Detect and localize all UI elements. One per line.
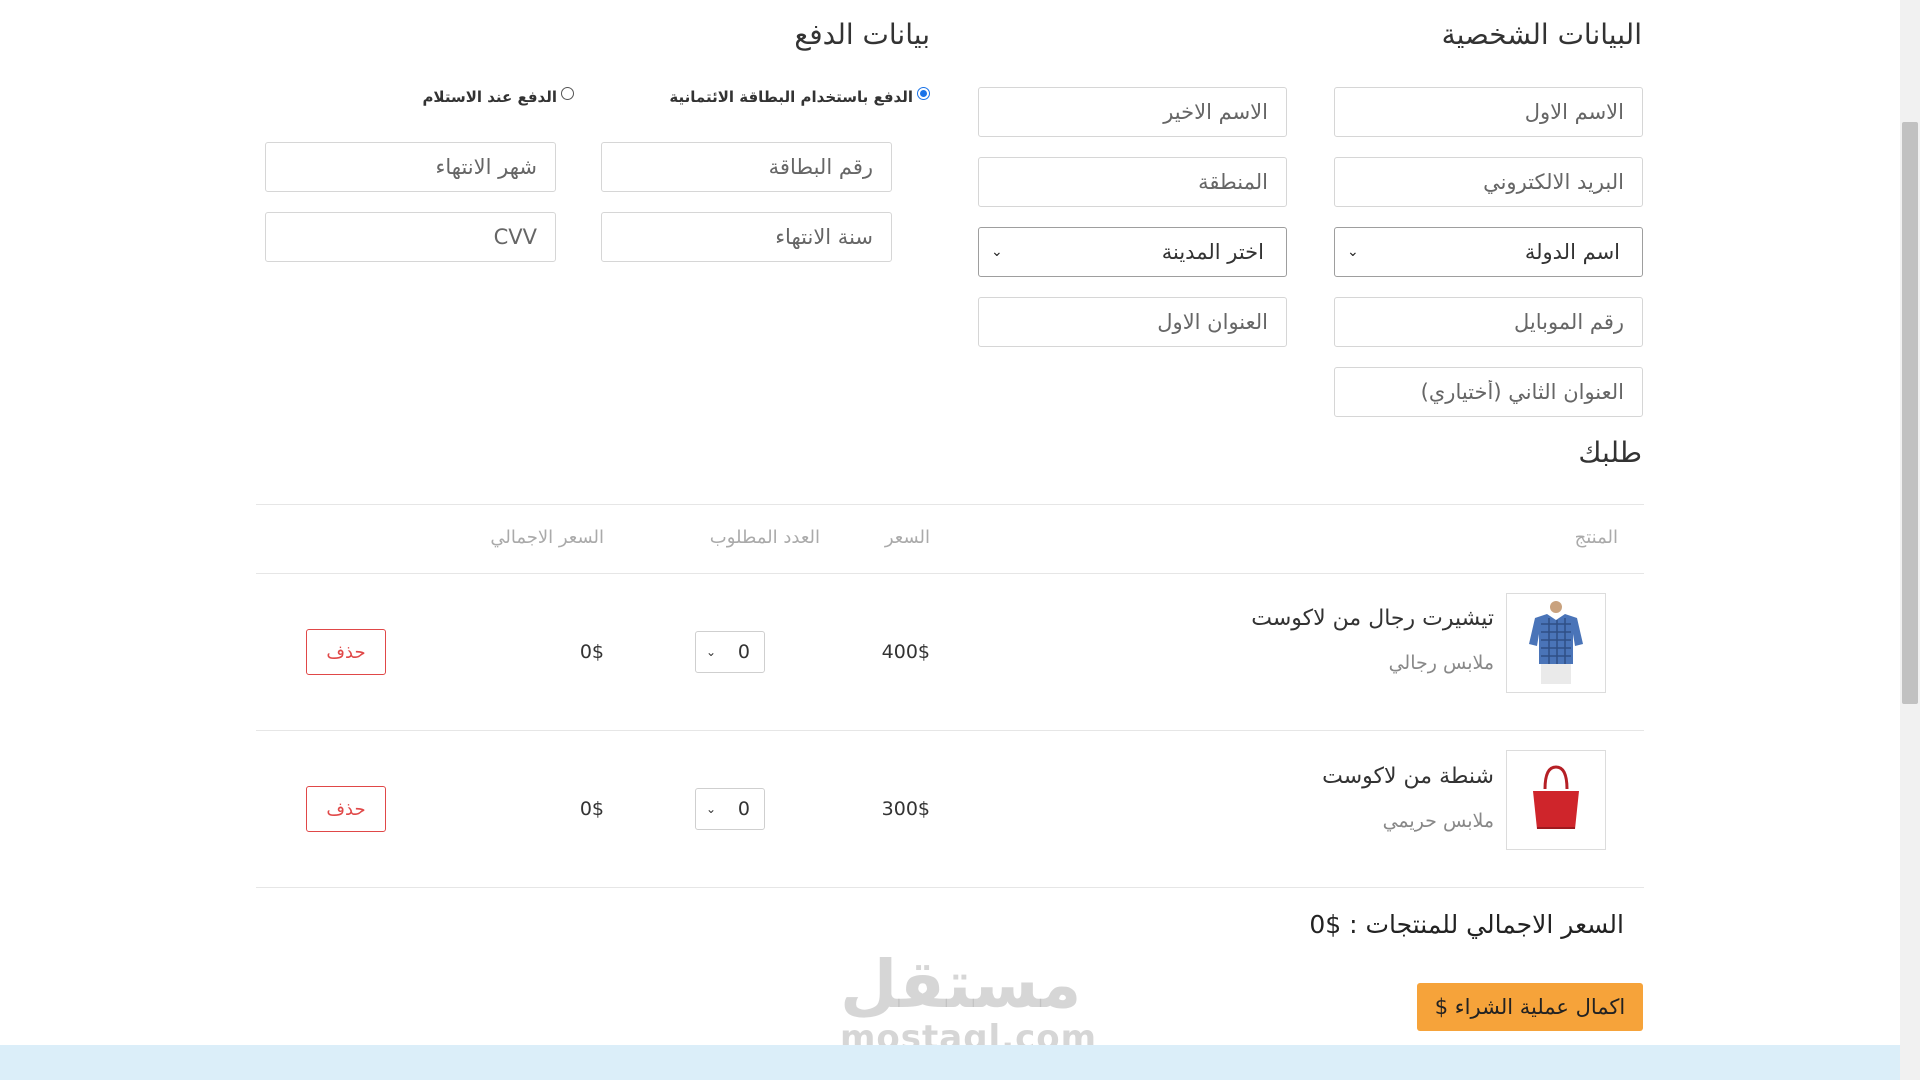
cvv-input[interactable]: [265, 212, 556, 262]
shirt-icon: [1529, 601, 1583, 684]
product-total: 0$: [579, 641, 604, 663]
product-price: 400$: [881, 641, 930, 663]
country-select[interactable]: ⌄ اسم الدولة: [1334, 227, 1643, 277]
payment-option-cod-label: الدفع عند الاستلام: [422, 88, 557, 106]
payment-option-card[interactable]: الدفع باستخدام البطاقة الائتمانية: [669, 86, 930, 106]
product-category: ملابس حريمي: [1382, 810, 1494, 832]
divider: [256, 730, 1644, 731]
card-number-input[interactable]: [601, 142, 892, 192]
country-select-value: اسم الدولة: [1524, 240, 1620, 264]
mobile-input[interactable]: [1334, 297, 1643, 347]
address1-input[interactable]: [978, 297, 1287, 347]
delete-button[interactable]: حذف: [306, 786, 386, 832]
payment-option-cod[interactable]: الدفع عند الاستلام: [422, 86, 574, 106]
radio-unchecked-icon[interactable]: [561, 86, 574, 100]
product-name: تيشيرت رجال من لاكوست: [1251, 606, 1494, 631]
handbag-icon: [1533, 765, 1579, 829]
watermark-arabic: مستقل: [840, 946, 1082, 1023]
expiry-month-input[interactable]: [265, 142, 556, 192]
product-price: 300$: [881, 798, 930, 820]
header-price: السعر: [884, 527, 930, 548]
email-input[interactable]: [1334, 157, 1643, 207]
product-image-bag: [1506, 750, 1606, 850]
region-input[interactable]: [978, 157, 1287, 207]
order-title: طلبك: [1578, 436, 1642, 469]
checkout-button[interactable]: اكمال عملية الشراء $: [1417, 983, 1643, 1031]
expiry-year-input[interactable]: [601, 212, 892, 262]
quantity-value: 0: [737, 641, 750, 663]
divider: [256, 573, 1644, 574]
footer-strip: [0, 1045, 1900, 1080]
payment-title: بيانات الدفع: [794, 18, 930, 51]
last-name-input[interactable]: [978, 87, 1287, 137]
divider: [256, 504, 1644, 505]
radio-checked-icon[interactable]: [917, 86, 930, 100]
product-name: شنطة من لاكوست: [1322, 764, 1494, 789]
chevron-down-icon: ⌄: [706, 802, 717, 816]
header-product: المنتج: [1574, 527, 1618, 548]
city-select[interactable]: ⌄ اختر المدينة: [978, 227, 1287, 277]
payment-option-card-label: الدفع باستخدام البطاقة الائتمانية: [669, 88, 913, 106]
quantity-value: 0: [737, 798, 750, 820]
delete-button[interactable]: حذف: [306, 629, 386, 675]
header-total: السعر الاجمالي: [490, 527, 604, 548]
divider: [256, 887, 1644, 888]
address2-input[interactable]: [1334, 367, 1643, 417]
first-name-input[interactable]: [1334, 87, 1643, 137]
grand-total: السعر الاجمالي للمنتجات : $0: [1309, 910, 1624, 939]
chevron-down-icon: ⌄: [991, 244, 1003, 260]
scrollbar-thumb[interactable]: [1902, 122, 1918, 704]
personal-info-title: البيانات الشخصية: [1441, 18, 1642, 51]
product-total: 0$: [579, 798, 604, 820]
product-image-shirt: [1506, 593, 1606, 693]
product-category: ملابس رجالي: [1388, 652, 1494, 674]
chevron-down-icon: ⌄: [706, 645, 717, 659]
header-quantity: العدد المطلوب: [709, 527, 820, 548]
chevron-down-icon: ⌄: [1347, 244, 1359, 260]
quantity-select[interactable]: ⌄ 0: [695, 788, 765, 830]
watermark-logo: مستقل mostaql.com: [840, 946, 1096, 1057]
city-select-value: اختر المدينة: [1161, 240, 1264, 264]
quantity-select[interactable]: ⌄ 0: [695, 631, 765, 673]
